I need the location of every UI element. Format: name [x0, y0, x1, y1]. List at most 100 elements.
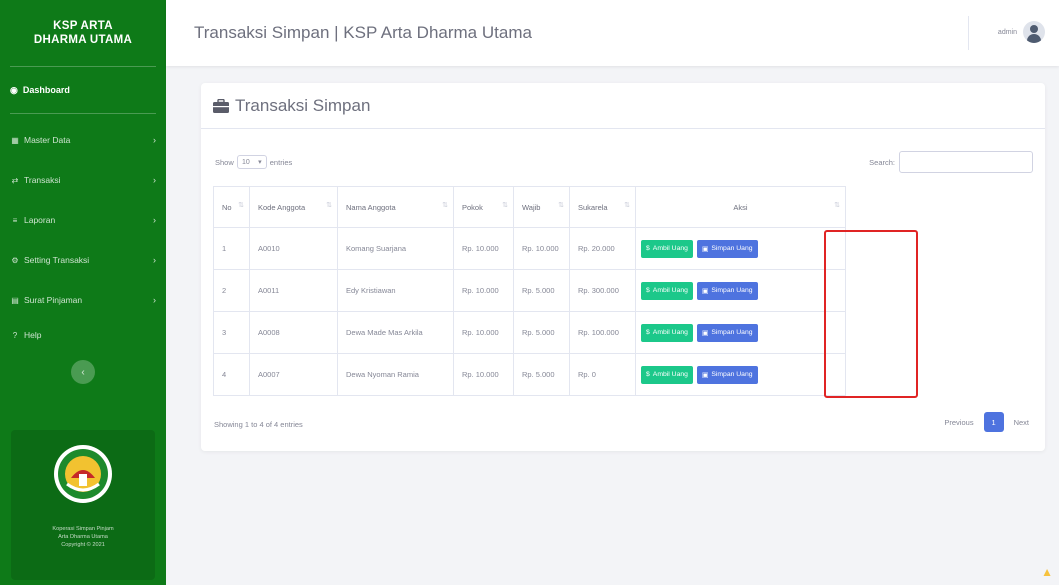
sort-icon: ⇅	[624, 202, 630, 209]
sidebar-item-label: Setting Transaksi	[24, 255, 90, 265]
sort-icon: ⇅	[834, 202, 840, 209]
koperasi-logo	[54, 445, 112, 503]
cell-sukarela: Rp. 0	[569, 353, 636, 396]
cell-wajib: Rp. 5.000	[513, 311, 570, 354]
column-header-kode-anggota[interactable]: Kode Anggota ⇅	[249, 186, 338, 228]
footer-line: Koperasi Simpan Pinjam	[52, 526, 114, 532]
cell-sukarela: Rp. 300.000	[569, 269, 636, 312]
sidebar-item-label: Transaksi	[24, 175, 61, 185]
cell-aksi: $ Ambil Uang ▣ Simpan Uang	[635, 353, 846, 396]
money-icon: ▣	[701, 371, 709, 379]
column-header-wajib[interactable]: Wajib ⇅	[513, 186, 570, 228]
sidebar-item-dashboard[interactable]: ◉ Dashboard	[0, 67, 166, 113]
sort-icon: ⇅	[442, 202, 448, 209]
chevron-right-icon: ›	[153, 175, 156, 185]
briefcase-icon	[213, 99, 229, 113]
brand-title[interactable]: KSP ARTA DHARMA UTAMA	[0, 0, 166, 66]
cell-aksi: $ Ambil Uang ▣ Simpan Uang	[635, 227, 846, 270]
sort-icon: ⇅	[502, 202, 508, 209]
footer-line: Arta Dharma Utama	[58, 534, 108, 540]
cell-nama: Edy Kristiawan	[337, 269, 454, 312]
sidebar-item-label: Help	[24, 330, 42, 340]
chevron-right-icon: ›	[153, 295, 156, 305]
report-icon: ≡	[12, 215, 18, 225]
ambil-uang-button[interactable]: $ Ambil Uang	[641, 323, 693, 342]
document-icon: ▤	[11, 295, 19, 305]
chevron-down-icon: ▾	[258, 159, 262, 166]
cell-wajib: Rp. 10.000	[513, 227, 570, 270]
sidebar-brand-card: Koperasi Simpan Pinjam Arta Dharma Utama…	[11, 430, 155, 580]
simpan-uang-button[interactable]: ▣ Simpan Uang	[696, 323, 758, 342]
cell-wajib: Rp. 5.000	[513, 269, 570, 312]
cell-no: 2	[213, 269, 250, 312]
column-header-no[interactable]: No ⇅	[213, 186, 250, 228]
ambil-uang-button[interactable]: $ Ambil Uang	[641, 281, 693, 300]
sidebar-item-master-data[interactable]: ▦ Master Data ›	[0, 120, 166, 160]
money-icon: ▣	[701, 245, 709, 253]
column-header-pokok[interactable]: Pokok ⇅	[453, 186, 514, 228]
cell-kode: A0010	[249, 227, 338, 270]
chevron-right-icon: ›	[153, 135, 156, 145]
sidebar-item-surat-pinjaman[interactable]: ▤ Surat Pinjaman ›	[0, 280, 166, 320]
column-header-nama-anggota[interactable]: Nama Anggota ⇅	[337, 186, 454, 228]
help-icon: ?	[12, 330, 18, 340]
topbar: Transaksi Simpan | KSP Arta Dharma Utama…	[166, 0, 1059, 66]
entries-length: Show 10 ▾ entries	[215, 151, 292, 173]
cell-pokok: Rp. 10.000	[453, 353, 514, 396]
column-header-sukarela[interactable]: Sukarela ⇅	[569, 186, 636, 228]
sort-icon: ⇅	[326, 202, 332, 209]
previous-button[interactable]: Previous	[938, 412, 979, 432]
search-input[interactable]	[899, 151, 1033, 173]
simpan-uang-button[interactable]: ▣ Simpan Uang	[696, 365, 758, 384]
avatar	[1023, 21, 1045, 43]
exchange-icon: ⇄	[11, 175, 19, 185]
scroll-to-top-icon[interactable]: ▲	[1041, 565, 1053, 579]
sidebar-item-label: Surat Pinjaman	[24, 295, 83, 305]
cell-pokok: Rp. 10.000	[453, 311, 514, 354]
chevron-right-icon: ›	[153, 255, 156, 265]
next-button[interactable]: Next	[1008, 412, 1035, 432]
sidebar-toggle-button[interactable]: ‹	[71, 360, 95, 384]
table-row: 2 A0011 Edy Kristiawan Rp. 10.000 Rp. 5.…	[213, 269, 846, 312]
table-icon: ▦	[11, 135, 19, 145]
cell-nama: Dewa Made Mas Arkila	[337, 311, 454, 354]
money-icon: ▣	[701, 329, 709, 337]
dollar-icon: $	[646, 245, 650, 252]
sidebar-item-setting-transaksi[interactable]: ⚙ Setting Transaksi ›	[0, 240, 166, 280]
sidebar-item-help[interactable]: ? Help	[0, 320, 166, 350]
sidebar-item-transaksi[interactable]: ⇄ Transaksi ›	[0, 160, 166, 200]
cell-pokok: Rp. 10.000	[453, 227, 514, 270]
card-header: Transaksi Simpan	[201, 83, 1045, 129]
entries-select[interactable]: 10 ▾	[236, 155, 267, 169]
ambil-uang-button[interactable]: $ Ambil Uang	[641, 365, 693, 384]
dollar-icon: $	[646, 329, 650, 336]
page-1-button[interactable]: 1	[983, 412, 1004, 432]
topbar-divider	[968, 16, 969, 50]
table-header-row: No ⇅ Kode Anggota ⇅ Nama Anggota ⇅ Pokok ⇅ W…	[213, 186, 846, 228]
money-icon: ▣	[701, 287, 709, 295]
sort-icon: ⇅	[558, 202, 564, 209]
sidebar-item-laporan[interactable]: ≡ Laporan ›	[0, 200, 166, 240]
ambil-uang-button[interactable]: $ Ambil Uang	[641, 239, 693, 258]
simpan-uang-button[interactable]: ▣ Simpan Uang	[696, 239, 758, 258]
dollar-icon: $	[646, 287, 650, 294]
simpan-uang-button[interactable]: ▣ Simpan Uang	[696, 281, 758, 300]
sidebar-item-label: Laporan	[24, 215, 56, 225]
transaksi-table: No ⇅ Kode Anggota ⇅ Nama Anggota ⇅ Pokok ⇅ W…	[213, 186, 846, 396]
cell-wajib: Rp. 5.000	[513, 353, 570, 396]
cell-kode: A0011	[249, 269, 338, 312]
cell-sukarela: Rp. 100.000	[569, 311, 636, 354]
column-header-aksi[interactable]: Aksi ⇅	[635, 186, 846, 228]
sidebar-item-label: Master Data	[24, 135, 71, 145]
sidebar-footer-text: Koperasi Simpan Pinjam Arta Dharma Utama…	[11, 525, 155, 549]
chevron-right-icon: ›	[153, 215, 156, 225]
entries-label: entries	[269, 157, 293, 167]
user-menu[interactable]: admin	[998, 21, 1045, 43]
username: admin	[997, 28, 1017, 36]
cell-sukarela: Rp. 20.000	[569, 227, 636, 270]
settings-icon: ⚙	[11, 255, 19, 265]
cell-kode: A0008	[249, 311, 338, 354]
search-label: Search:	[869, 157, 895, 167]
table-row: 1 A0010 Komang Suarjana Rp. 10.000 Rp. 1…	[213, 227, 846, 270]
sort-icon: ⇅	[238, 202, 244, 209]
